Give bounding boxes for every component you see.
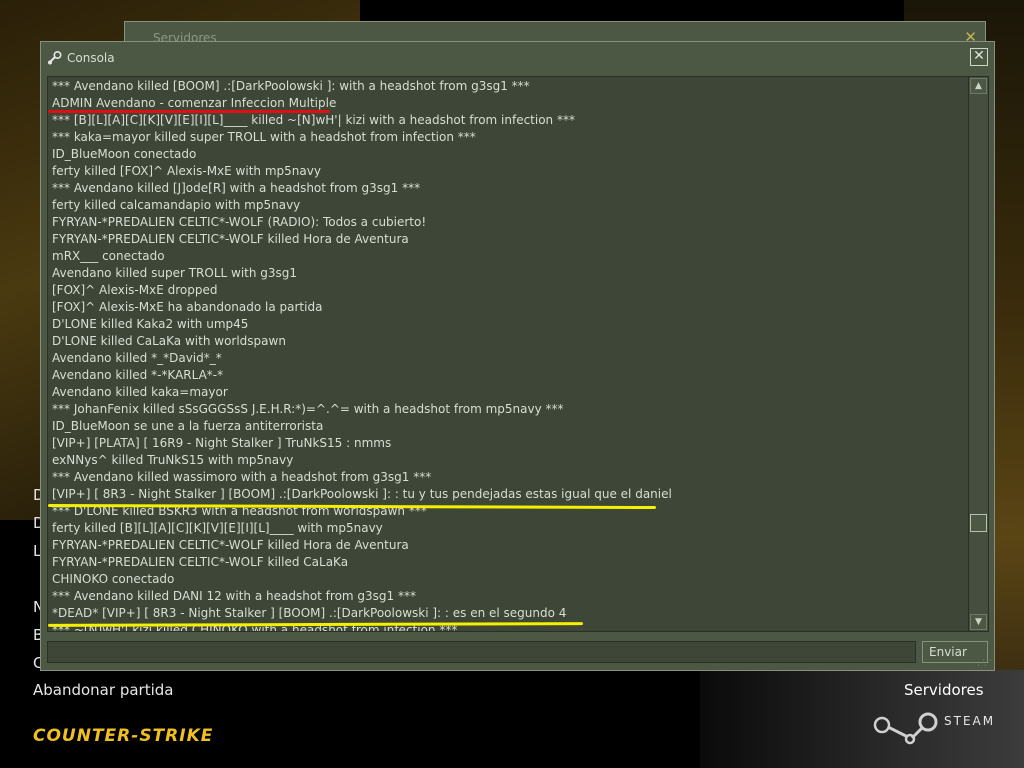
- console-log-line: exNNys^ killed TruNkS15 with mp5navy: [52, 453, 294, 467]
- console-log-line: ID_BlueMoon conectado: [52, 147, 197, 161]
- console-log-lines: *** Avendano killed [BOOM] .:[DarkPoolow…: [52, 78, 962, 631]
- console-log-line: Avendano killed *_*David*_*: [52, 351, 222, 365]
- scroll-up-button[interactable]: ▲: [970, 78, 987, 94]
- console-log-line: FYRYAN-*PREDALIEN CELTIC*-WOLF killed Ho…: [52, 232, 409, 246]
- servers-button[interactable]: Servidores: [904, 681, 984, 699]
- console-window[interactable]: Consola ✕ *** Avendano killed [BOOM] .:[…: [40, 41, 995, 671]
- console-log-line: *** Avendano killed [J]ode[R] with a hea…: [52, 181, 421, 195]
- steam-icon: [48, 50, 62, 65]
- console-log-line: Avendano killed *-*KARLA*-*: [52, 368, 224, 382]
- close-button[interactable]: ✕: [970, 48, 988, 66]
- console-log-line: FYRYAN-*PREDALIEN CELTIC*-WOLF (RADIO): …: [52, 215, 427, 229]
- red-underline-annotation: [48, 110, 330, 113]
- console-log-line: [VIP+] [ 8R3 - Night Stalker ] [BOOM] .:…: [52, 487, 672, 501]
- menu-item-abandon-game[interactable]: Abandonar partida: [33, 681, 173, 699]
- console-log-line: Avendano killed kaka=mayor: [52, 385, 228, 399]
- console-log-line: *** [B][L][A][C][K][V][E][I][L]____ kill…: [52, 113, 575, 127]
- console-log-line: *** Avendano killed wassimoro with a hea…: [52, 470, 432, 484]
- resize-grip-icon[interactable]: ⋰⋰: [977, 658, 992, 667]
- arrow-up-icon: ▲: [975, 81, 982, 91]
- console-log-line: Avendano killed super TROLL with g3sg1: [52, 266, 298, 280]
- console-log-line: mRX___ conectado: [52, 249, 165, 263]
- console-log-line: FYRYAN-*PREDALIEN CELTIC*-WOLF killed Ho…: [52, 538, 409, 552]
- console-log-line: *** JohanFenix killed sSsGGGSsS J.E.H.R:…: [52, 402, 564, 416]
- console-log-line: CHINOKO conectado: [52, 572, 175, 586]
- console-log[interactable]: *** Avendano killed [BOOM] .:[DarkPoolow…: [47, 76, 989, 632]
- steam-label: STEAM: [944, 714, 996, 728]
- scrollbar[interactable]: ▲ ▼: [968, 77, 988, 631]
- console-log-line: FYRYAN-*PREDALIEN CELTIC*-WOLF killed Ca…: [52, 555, 349, 569]
- console-log-line: ferty killed [FOX]^ Alexis-MxE with mp5n…: [52, 164, 321, 178]
- close-icon: ✕: [973, 48, 985, 64]
- console-log-line: ID_BlueMoon se une a la fuerza antiterro…: [52, 419, 324, 433]
- console-log-line: [FOX]^ Alexis-MxE dropped: [52, 283, 218, 297]
- console-log-line: ferty killed [B][L][A][C][K][V][E][I][L]…: [52, 521, 383, 535]
- console-log-line: *** Avendano killed DANI 12 with a heads…: [52, 589, 416, 603]
- scroll-down-button[interactable]: ▼: [970, 614, 987, 630]
- console-log-line: *** kaka=mayor killed super TROLL with a…: [52, 130, 476, 144]
- cs-logo-text: COUNTER-STRIKE: [33, 726, 214, 746]
- arrow-down-icon: ▼: [975, 617, 982, 627]
- scroll-thumb[interactable]: [970, 514, 987, 532]
- console-log-line: *DEAD* [VIP+] [ 8R3 - Night Stalker ] [B…: [52, 606, 567, 620]
- console-log-line: [VIP+] [PLATA] [ 16R9 - Night Stalker ] …: [52, 436, 392, 450]
- console-log-line: [FOX]^ Alexis-MxE ha abandonado la parti…: [52, 300, 323, 314]
- counter-strike-logo: COUNTER-STRIKE: [33, 726, 213, 748]
- console-log-line: *** Avendano killed [BOOM] .:[DarkPoolow…: [52, 79, 530, 93]
- console-input[interactable]: [47, 641, 916, 663]
- console-log-line: D'LONE killed Kaka2 with ump45: [52, 317, 249, 331]
- console-title: Consola: [67, 51, 115, 65]
- console-log-line: ferty killed calcamandapio with mp5navy: [52, 198, 301, 212]
- console-log-line: D'LONE killed CaLaKa with worldspawn: [52, 334, 286, 348]
